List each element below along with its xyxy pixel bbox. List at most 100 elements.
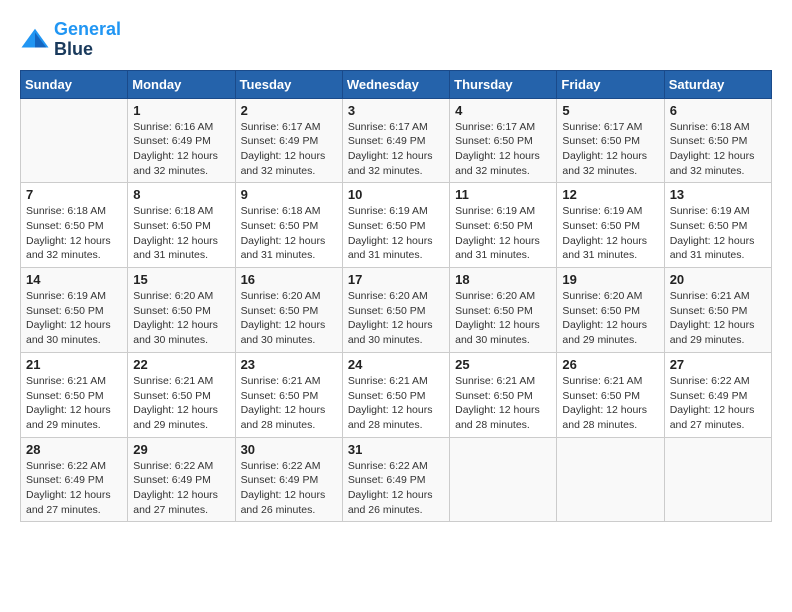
day-info: Sunrise: 6:19 AM Sunset: 6:50 PM Dayligh… — [670, 204, 766, 263]
day-cell: 25 Sunrise: 6:21 AM Sunset: 6:50 PM Dayli… — [450, 352, 557, 437]
day-cell: 18 Sunrise: 6:20 AM Sunset: 6:50 PM Dayli… — [450, 268, 557, 353]
day-cell: 4 Sunrise: 6:17 AM Sunset: 6:50 PM Daylig… — [450, 98, 557, 183]
logo-icon — [20, 25, 50, 55]
day-number: 6 — [670, 103, 766, 118]
day-cell: 28 Sunrise: 6:22 AM Sunset: 6:49 PM Dayli… — [21, 437, 128, 522]
day-info: Sunrise: 6:18 AM Sunset: 6:50 PM Dayligh… — [26, 204, 122, 263]
week-row-4: 21 Sunrise: 6:21 AM Sunset: 6:50 PM Dayli… — [21, 352, 772, 437]
day-number: 2 — [241, 103, 337, 118]
day-cell: 26 Sunrise: 6:21 AM Sunset: 6:50 PM Dayli… — [557, 352, 664, 437]
header-sunday: Sunday — [21, 70, 128, 98]
day-info: Sunrise: 6:21 AM Sunset: 6:50 PM Dayligh… — [562, 374, 658, 433]
day-cell: 13 Sunrise: 6:19 AM Sunset: 6:50 PM Dayli… — [664, 183, 771, 268]
day-number: 4 — [455, 103, 551, 118]
day-number: 28 — [26, 442, 122, 457]
day-cell: 31 Sunrise: 6:22 AM Sunset: 6:49 PM Dayli… — [342, 437, 449, 522]
day-cell: 8 Sunrise: 6:18 AM Sunset: 6:50 PM Daylig… — [128, 183, 235, 268]
calendar-header-row: SundayMondayTuesdayWednesdayThursdayFrid… — [21, 70, 772, 98]
day-cell: 5 Sunrise: 6:17 AM Sunset: 6:50 PM Daylig… — [557, 98, 664, 183]
day-cell: 9Sunrise: 6:18 AM Sunset: 6:50 PM Daylig… — [235, 183, 342, 268]
day-info: Sunrise: 6:20 AM Sunset: 6:50 PM Dayligh… — [241, 289, 337, 348]
header-friday: Friday — [557, 70, 664, 98]
day-cell: 10Sunrise: 6:19 AM Sunset: 6:50 PM Dayli… — [342, 183, 449, 268]
day-cell: 20 Sunrise: 6:21 AM Sunset: 6:50 PM Dayli… — [664, 268, 771, 353]
day-info: Sunrise: 6:22 AM Sunset: 6:49 PM Dayligh… — [133, 459, 229, 518]
day-number: 24 — [348, 357, 444, 372]
day-cell: 14Sunrise: 6:19 AM Sunset: 6:50 PM Dayli… — [21, 268, 128, 353]
day-number: 23 — [241, 357, 337, 372]
day-info: Sunrise: 6:16 AM Sunset: 6:49 PM Dayligh… — [133, 120, 229, 179]
day-info: Sunrise: 6:20 AM Sunset: 6:50 PM Dayligh… — [455, 289, 551, 348]
day-cell: 17Sunrise: 6:20 AM Sunset: 6:50 PM Dayli… — [342, 268, 449, 353]
day-info: Sunrise: 6:21 AM Sunset: 6:50 PM Dayligh… — [348, 374, 444, 433]
day-number: 9 — [241, 187, 337, 202]
day-cell: 15 Sunrise: 6:20 AM Sunset: 6:50 PM Dayli… — [128, 268, 235, 353]
day-info: Sunrise: 6:17 AM Sunset: 6:50 PM Dayligh… — [562, 120, 658, 179]
calendar-table: SundayMondayTuesdayWednesdayThursdayFrid… — [20, 70, 772, 523]
day-number: 22 — [133, 357, 229, 372]
day-info: Sunrise: 6:21 AM Sunset: 6:50 PM Dayligh… — [133, 374, 229, 433]
header-saturday: Saturday — [664, 70, 771, 98]
day-number: 26 — [562, 357, 658, 372]
day-number: 21 — [26, 357, 122, 372]
day-number: 19 — [562, 272, 658, 287]
day-info: Sunrise: 6:21 AM Sunset: 6:50 PM Dayligh… — [670, 289, 766, 348]
day-info: Sunrise: 6:21 AM Sunset: 6:50 PM Dayligh… — [26, 374, 122, 433]
day-number: 8 — [133, 187, 229, 202]
day-cell: 11Sunrise: 6:19 AM Sunset: 6:50 PM Dayli… — [450, 183, 557, 268]
day-cell: 3 Sunrise: 6:17 AM Sunset: 6:49 PM Daylig… — [342, 98, 449, 183]
day-number: 17 — [348, 272, 444, 287]
day-number: 11 — [455, 187, 551, 202]
day-info: Sunrise: 6:22 AM Sunset: 6:49 PM Dayligh… — [26, 459, 122, 518]
day-cell — [21, 98, 128, 183]
day-cell — [664, 437, 771, 522]
day-info: Sunrise: 6:20 AM Sunset: 6:50 PM Dayligh… — [562, 289, 658, 348]
day-info: Sunrise: 6:22 AM Sunset: 6:49 PM Dayligh… — [241, 459, 337, 518]
day-cell: 19 Sunrise: 6:20 AM Sunset: 6:50 PM Dayli… — [557, 268, 664, 353]
day-number: 31 — [348, 442, 444, 457]
day-cell: 27 Sunrise: 6:22 AM Sunset: 6:49 PM Dayli… — [664, 352, 771, 437]
page-header: General Blue — [20, 20, 772, 60]
day-info: Sunrise: 6:22 AM Sunset: 6:49 PM Dayligh… — [348, 459, 444, 518]
day-cell: 16 Sunrise: 6:20 AM Sunset: 6:50 PM Dayli… — [235, 268, 342, 353]
day-cell: 7Sunrise: 6:18 AM Sunset: 6:50 PM Daylig… — [21, 183, 128, 268]
day-number: 13 — [670, 187, 766, 202]
logo-text: General Blue — [54, 20, 121, 60]
week-row-5: 28 Sunrise: 6:22 AM Sunset: 6:49 PM Dayli… — [21, 437, 772, 522]
day-info: Sunrise: 6:22 AM Sunset: 6:49 PM Dayligh… — [670, 374, 766, 433]
day-cell — [450, 437, 557, 522]
day-number: 30 — [241, 442, 337, 457]
day-info: Sunrise: 6:20 AM Sunset: 6:50 PM Dayligh… — [133, 289, 229, 348]
week-row-3: 14Sunrise: 6:19 AM Sunset: 6:50 PM Dayli… — [21, 268, 772, 353]
day-number: 1 — [133, 103, 229, 118]
day-info: Sunrise: 6:21 AM Sunset: 6:50 PM Dayligh… — [455, 374, 551, 433]
day-number: 16 — [241, 272, 337, 287]
day-info: Sunrise: 6:17 AM Sunset: 6:49 PM Dayligh… — [241, 120, 337, 179]
day-number: 12 — [562, 187, 658, 202]
day-info: Sunrise: 6:17 AM Sunset: 6:50 PM Dayligh… — [455, 120, 551, 179]
day-info: Sunrise: 6:19 AM Sunset: 6:50 PM Dayligh… — [562, 204, 658, 263]
day-info: Sunrise: 6:18 AM Sunset: 6:50 PM Dayligh… — [133, 204, 229, 263]
day-cell — [557, 437, 664, 522]
header-tuesday: Tuesday — [235, 70, 342, 98]
day-cell: 29Sunrise: 6:22 AM Sunset: 6:49 PM Dayli… — [128, 437, 235, 522]
header-monday: Monday — [128, 70, 235, 98]
day-number: 3 — [348, 103, 444, 118]
day-cell: 22 Sunrise: 6:21 AM Sunset: 6:50 PM Dayli… — [128, 352, 235, 437]
day-cell: 6Sunrise: 6:18 AM Sunset: 6:50 PM Daylig… — [664, 98, 771, 183]
day-cell: 12 Sunrise: 6:19 AM Sunset: 6:50 PM Dayli… — [557, 183, 664, 268]
day-number: 18 — [455, 272, 551, 287]
day-info: Sunrise: 6:19 AM Sunset: 6:50 PM Dayligh… — [348, 204, 444, 263]
day-cell: 1 Sunrise: 6:16 AM Sunset: 6:49 PM Daylig… — [128, 98, 235, 183]
day-number: 20 — [670, 272, 766, 287]
header-thursday: Thursday — [450, 70, 557, 98]
day-number: 5 — [562, 103, 658, 118]
day-info: Sunrise: 6:17 AM Sunset: 6:49 PM Dayligh… — [348, 120, 444, 179]
day-cell: 30 Sunrise: 6:22 AM Sunset: 6:49 PM Dayli… — [235, 437, 342, 522]
day-number: 27 — [670, 357, 766, 372]
day-number: 15 — [133, 272, 229, 287]
day-cell: 2 Sunrise: 6:17 AM Sunset: 6:49 PM Daylig… — [235, 98, 342, 183]
day-cell: 23Sunrise: 6:21 AM Sunset: 6:50 PM Dayli… — [235, 352, 342, 437]
week-row-2: 7Sunrise: 6:18 AM Sunset: 6:50 PM Daylig… — [21, 183, 772, 268]
day-number: 25 — [455, 357, 551, 372]
